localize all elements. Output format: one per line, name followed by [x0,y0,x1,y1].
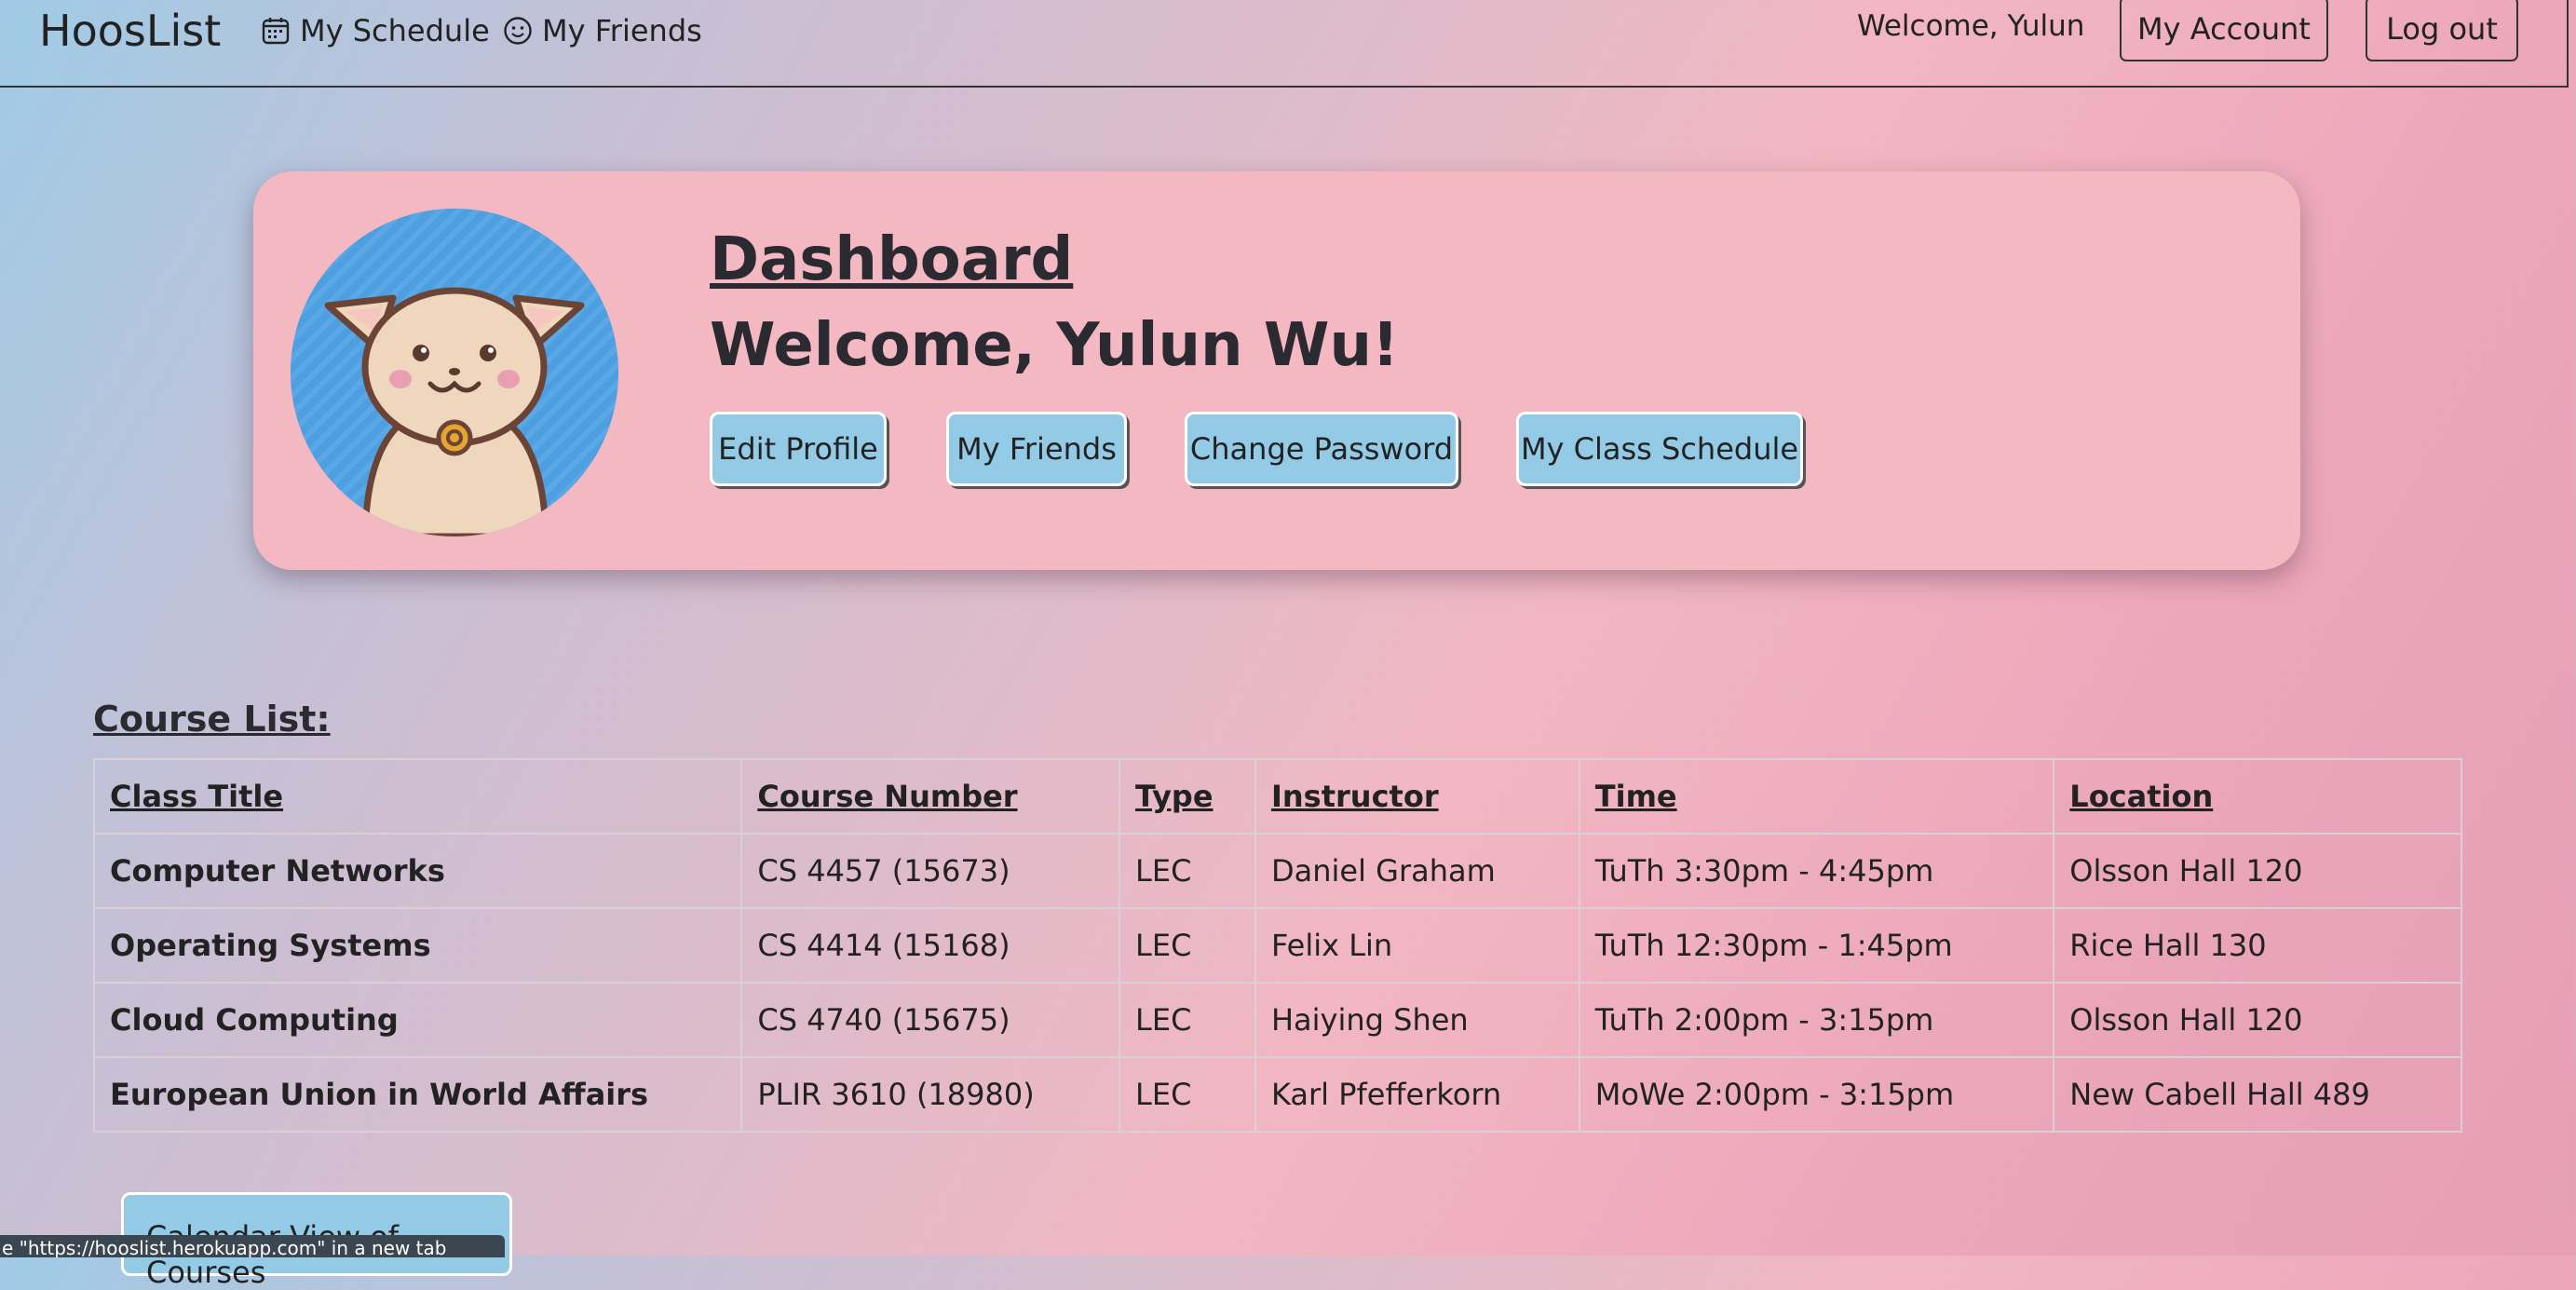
logout-button[interactable]: Log out [2366,0,2518,61]
column-header-instructor[interactable]: Instructor [1254,758,1580,835]
cell-instructor: Felix Lin [1254,907,1580,984]
table-row: Operating Systems CS 4414 (15168) LEC Fe… [92,907,2462,984]
cell-class-title: Computer Networks [92,833,743,909]
column-header-course-number[interactable]: Course Number [740,758,1121,835]
smiley-icon [504,17,532,45]
cell-type: LEC [1119,833,1256,909]
column-header-type[interactable]: Type [1119,758,1256,835]
dashboard-card: Dashboard Welcome, Yulun Wu! Edit Profil… [253,171,2300,570]
dashboard-title[interactable]: Dashboard [710,225,1073,294]
calendar-icon [262,18,290,45]
cell-location: Rice Hall 130 [2053,907,2462,984]
table-row: Computer Networks CS 4457 (15673) LEC Da… [92,833,2462,909]
my-class-schedule-button[interactable]: My Class Schedule [1516,412,1803,486]
nav-my-friends-label: My Friends [542,13,702,48]
course-list-heading: Course List: [93,699,331,740]
change-password-button[interactable]: Change Password [1185,412,1458,486]
column-header-location[interactable]: Location [2053,758,2462,835]
cell-class-title: Cloud Computing [92,982,743,1058]
cell-instructor: Daniel Graham [1254,833,1580,909]
cell-time: TuTh 3:30pm - 4:45pm [1578,833,2055,909]
browser-status-bar: e "https://hooslist.herokuapp.com" in a … [0,1235,505,1257]
cell-location: Olsson Hall 120 [2053,982,2462,1058]
cell-course-number: CS 4414 (15168) [740,907,1121,984]
edit-profile-button[interactable]: Edit Profile [710,412,887,486]
my-friends-button[interactable]: My Friends [946,412,1127,486]
cell-instructor: Haiying Shen [1254,982,1580,1058]
cell-time: TuTh 2:00pm - 3:15pm [1578,982,2055,1058]
course-table: Class Title Course Number Type Instructo… [92,758,2462,1133]
cat-avatar-icon [291,209,618,536]
welcome-user-text: Welcome, Yulun [1857,9,2085,43]
column-header-class-title[interactable]: Class Title [92,758,743,835]
cell-course-number: CS 4740 (15675) [740,982,1121,1058]
cell-time: TuTh 12:30pm - 1:45pm [1578,907,2055,984]
cell-time: MoWe 2:00pm - 3:15pm [1578,1056,2055,1133]
column-header-time[interactable]: Time [1578,758,2055,835]
cell-type: LEC [1119,982,1256,1058]
nav-my-schedule-label: My Schedule [300,13,490,48]
dashboard-welcome-heading: Welcome, Yulun Wu! [710,311,1400,380]
cell-class-title: Operating Systems [92,907,743,984]
cell-course-number: CS 4457 (15673) [740,833,1121,909]
cell-type: LEC [1119,1056,1256,1133]
nav-my-friends[interactable]: My Friends [503,13,702,48]
cell-location: Olsson Hall 120 [2053,833,2462,909]
calendar-view-button[interactable]: Calendar View of Courses [121,1192,512,1290]
top-navbar: HoosList My Schedule My Friends Welcome,… [0,0,2569,88]
nav-my-schedule[interactable]: My Schedule [261,13,490,48]
cell-location: New Cabell Hall 489 [2053,1056,2462,1133]
table-row: Cloud Computing CS 4740 (15675) LEC Haiy… [92,982,2462,1058]
table-header-row: Class Title Course Number Type Instructo… [92,758,2462,835]
table-row: European Union in World Affairs PLIR 361… [92,1056,2462,1133]
cell-course-number: PLIR 3610 (18980) [740,1056,1121,1133]
cell-class-title: European Union in World Affairs [92,1056,743,1133]
my-account-button[interactable]: My Account [2120,0,2328,61]
cell-instructor: Karl Pfefferkorn [1254,1056,1580,1133]
brand-logo[interactable]: HoosList [39,6,221,56]
cell-type: LEC [1119,907,1256,984]
